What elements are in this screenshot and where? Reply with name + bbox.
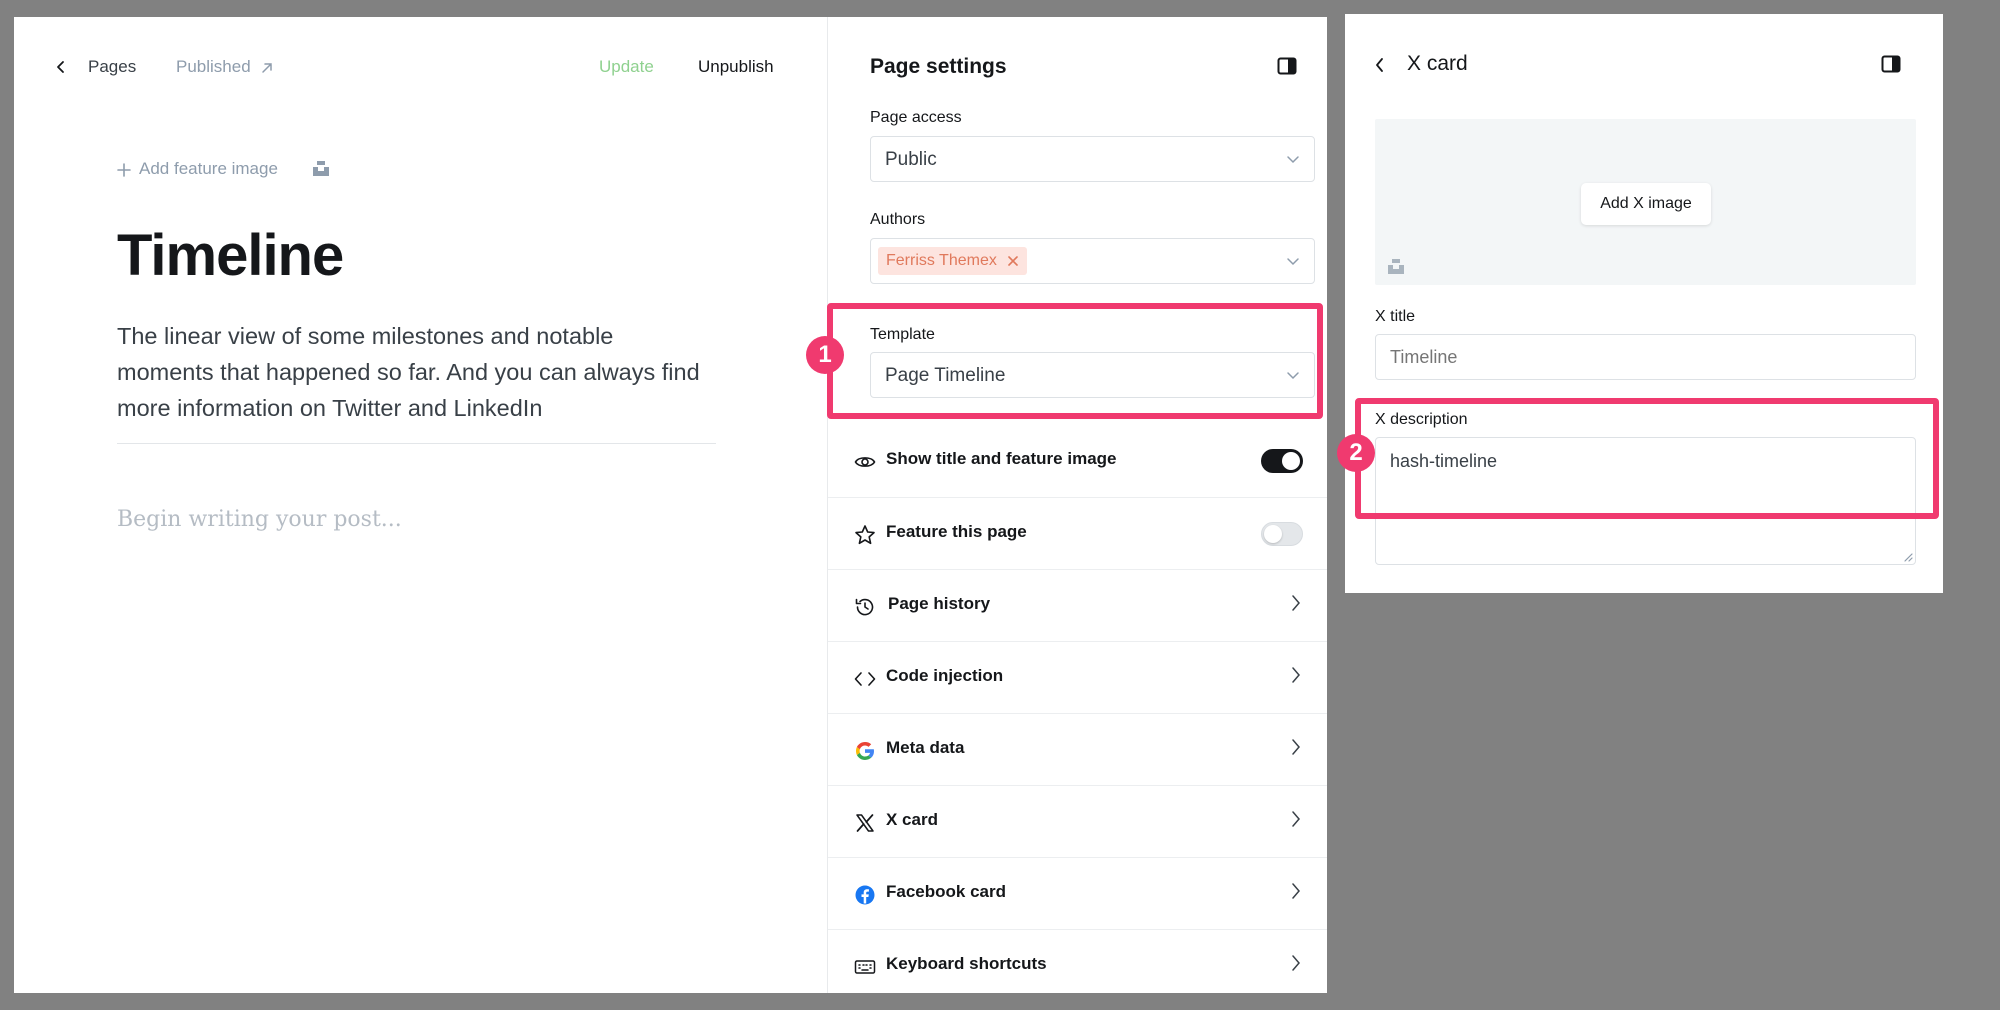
chevron-right-icon bbox=[1291, 594, 1301, 612]
excerpt-divider bbox=[117, 443, 716, 444]
plus-icon bbox=[117, 163, 131, 177]
page-history-label: Page history bbox=[888, 594, 991, 613]
keyboard-shortcuts-label: Keyboard shortcuts bbox=[886, 954, 1047, 973]
add-x-image-label: Add X image bbox=[1600, 195, 1692, 212]
page-access-value: Public bbox=[885, 149, 937, 170]
code-injection-label: Code injection bbox=[886, 666, 1004, 685]
star-icon bbox=[854, 524, 876, 546]
external-link-icon bbox=[260, 61, 274, 75]
published-link[interactable]: Published bbox=[176, 57, 272, 81]
status-label: Published bbox=[176, 57, 251, 76]
author-tag[interactable]: Ferriss Themex bbox=[878, 247, 1027, 275]
resize-handle-icon[interactable] bbox=[1903, 552, 1913, 562]
annotation-badge: 2 bbox=[1337, 434, 1375, 472]
x-image-dropzone[interactable]: Add X image bbox=[1375, 119, 1916, 285]
authors-select[interactable]: Ferriss Themex bbox=[870, 238, 1315, 284]
back-label: Pages bbox=[88, 57, 137, 76]
keyboard-shortcuts-row[interactable]: Keyboard shortcuts bbox=[828, 929, 1327, 1001]
body-placeholder[interactable]: Begin writing your post... bbox=[117, 507, 402, 532]
settings-heading: Page settings bbox=[870, 55, 1007, 78]
page-settings-panel: Page settings Page access Public Authors… bbox=[827, 17, 1327, 993]
keyboard-icon bbox=[854, 956, 876, 978]
editor-pane: Pages Published Update Unpublish Add fea… bbox=[14, 17, 827, 993]
unsplash-icon[interactable] bbox=[1387, 257, 1405, 275]
google-icon bbox=[854, 740, 876, 762]
post-title[interactable]: Timeline bbox=[117, 222, 344, 289]
show-title-row: Show title and feature image bbox=[828, 425, 1327, 497]
chevron-down-icon bbox=[1286, 154, 1300, 164]
annotation-badge: 1 bbox=[806, 336, 844, 374]
update-button[interactable]: Update bbox=[599, 57, 654, 77]
history-icon bbox=[854, 596, 876, 618]
facebook-card-row[interactable]: Facebook card bbox=[828, 857, 1327, 929]
chevron-down-icon bbox=[1286, 256, 1300, 266]
highlight-box-template bbox=[827, 303, 1323, 419]
highlight-box-x-description bbox=[1355, 398, 1939, 519]
facebook-card-label: Facebook card bbox=[886, 882, 1006, 901]
sidebar-toggle-icon[interactable] bbox=[1881, 54, 1901, 74]
toggle-knob bbox=[1282, 452, 1300, 470]
x-logo-icon bbox=[854, 812, 876, 834]
chevron-left-icon bbox=[56, 60, 66, 74]
x-title-input[interactable] bbox=[1375, 334, 1916, 380]
x-card-row[interactable]: X card bbox=[828, 785, 1327, 857]
page-access-label: Page access bbox=[870, 109, 962, 126]
meta-data-label: Meta data bbox=[886, 738, 965, 757]
x-card-title: X card bbox=[1407, 52, 1468, 75]
show-title-label: Show title and feature image bbox=[886, 449, 1117, 468]
facebook-icon bbox=[854, 884, 876, 906]
sidebar-toggle-icon[interactable] bbox=[1277, 56, 1297, 76]
chevron-right-icon bbox=[1291, 882, 1301, 900]
eye-icon bbox=[854, 451, 876, 473]
close-icon[interactable] bbox=[1008, 256, 1018, 266]
authors-label: Authors bbox=[870, 211, 926, 228]
main-window: Pages Published Update Unpublish Add fea… bbox=[14, 17, 1327, 993]
unpublish-button[interactable]: Unpublish bbox=[698, 57, 774, 77]
feature-page-row: Feature this page bbox=[828, 497, 1327, 569]
chevron-right-icon bbox=[1291, 810, 1301, 828]
add-x-image-button[interactable]: Add X image bbox=[1581, 183, 1711, 225]
toggle-knob bbox=[1264, 525, 1282, 543]
x-card-label: X card bbox=[886, 810, 938, 829]
chevron-right-icon bbox=[1291, 738, 1301, 756]
x-title-label: X title bbox=[1375, 308, 1416, 325]
author-tag-label: Ferriss Themex bbox=[886, 252, 997, 269]
post-excerpt[interactable]: The linear view of some milestones and n… bbox=[117, 318, 707, 426]
back-chevron-icon[interactable] bbox=[1375, 57, 1385, 73]
code-icon bbox=[854, 668, 876, 690]
feature-page-toggle[interactable] bbox=[1261, 522, 1303, 546]
chevron-right-icon bbox=[1291, 954, 1301, 972]
chevron-right-icon bbox=[1291, 666, 1301, 684]
page-history-row[interactable]: Page history bbox=[828, 569, 1327, 641]
code-injection-row[interactable]: Code injection bbox=[828, 641, 1327, 713]
show-title-toggle[interactable] bbox=[1261, 449, 1303, 473]
add-feature-image-label: Add feature image bbox=[139, 159, 278, 178]
feature-page-label: Feature this page bbox=[886, 522, 1027, 541]
page-access-select[interactable]: Public bbox=[870, 136, 1315, 182]
meta-data-row[interactable]: Meta data bbox=[828, 713, 1327, 785]
unsplash-icon[interactable] bbox=[312, 159, 330, 177]
